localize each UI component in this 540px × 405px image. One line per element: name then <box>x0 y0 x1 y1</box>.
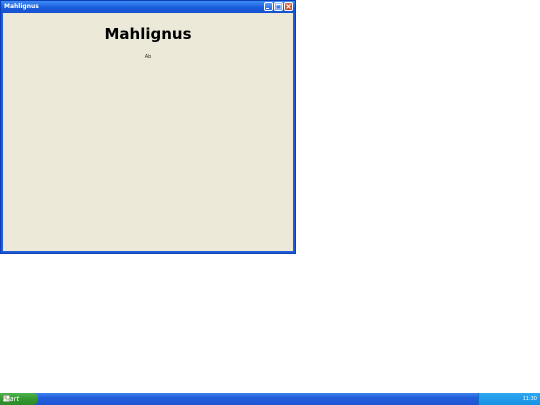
clock[interactable]: 11:30 <box>523 394 537 404</box>
app-window: Mahlignus Mahlignus Ab <box>0 0 296 254</box>
page-title: Mahlignus <box>104 25 192 43</box>
start-button[interactable]: start <box>0 393 38 405</box>
window-title: Mahlignus <box>4 3 39 10</box>
close-icon <box>286 4 291 9</box>
taskbar: start 11:30 <box>0 393 540 405</box>
title-bar[interactable]: Mahlignus <box>1 1 295 13</box>
system-tray: 11:30 <box>478 393 540 405</box>
minimize-button[interactable] <box>264 2 273 11</box>
maximize-icon <box>275 3 282 10</box>
close-button[interactable] <box>284 2 293 11</box>
minimize-icon <box>266 8 269 9</box>
start-label: start <box>3 395 20 403</box>
window-client-area: Mahlignus Ab <box>3 13 293 251</box>
subtitle-text: Ab <box>144 54 152 60</box>
maximize-button[interactable] <box>274 2 283 11</box>
